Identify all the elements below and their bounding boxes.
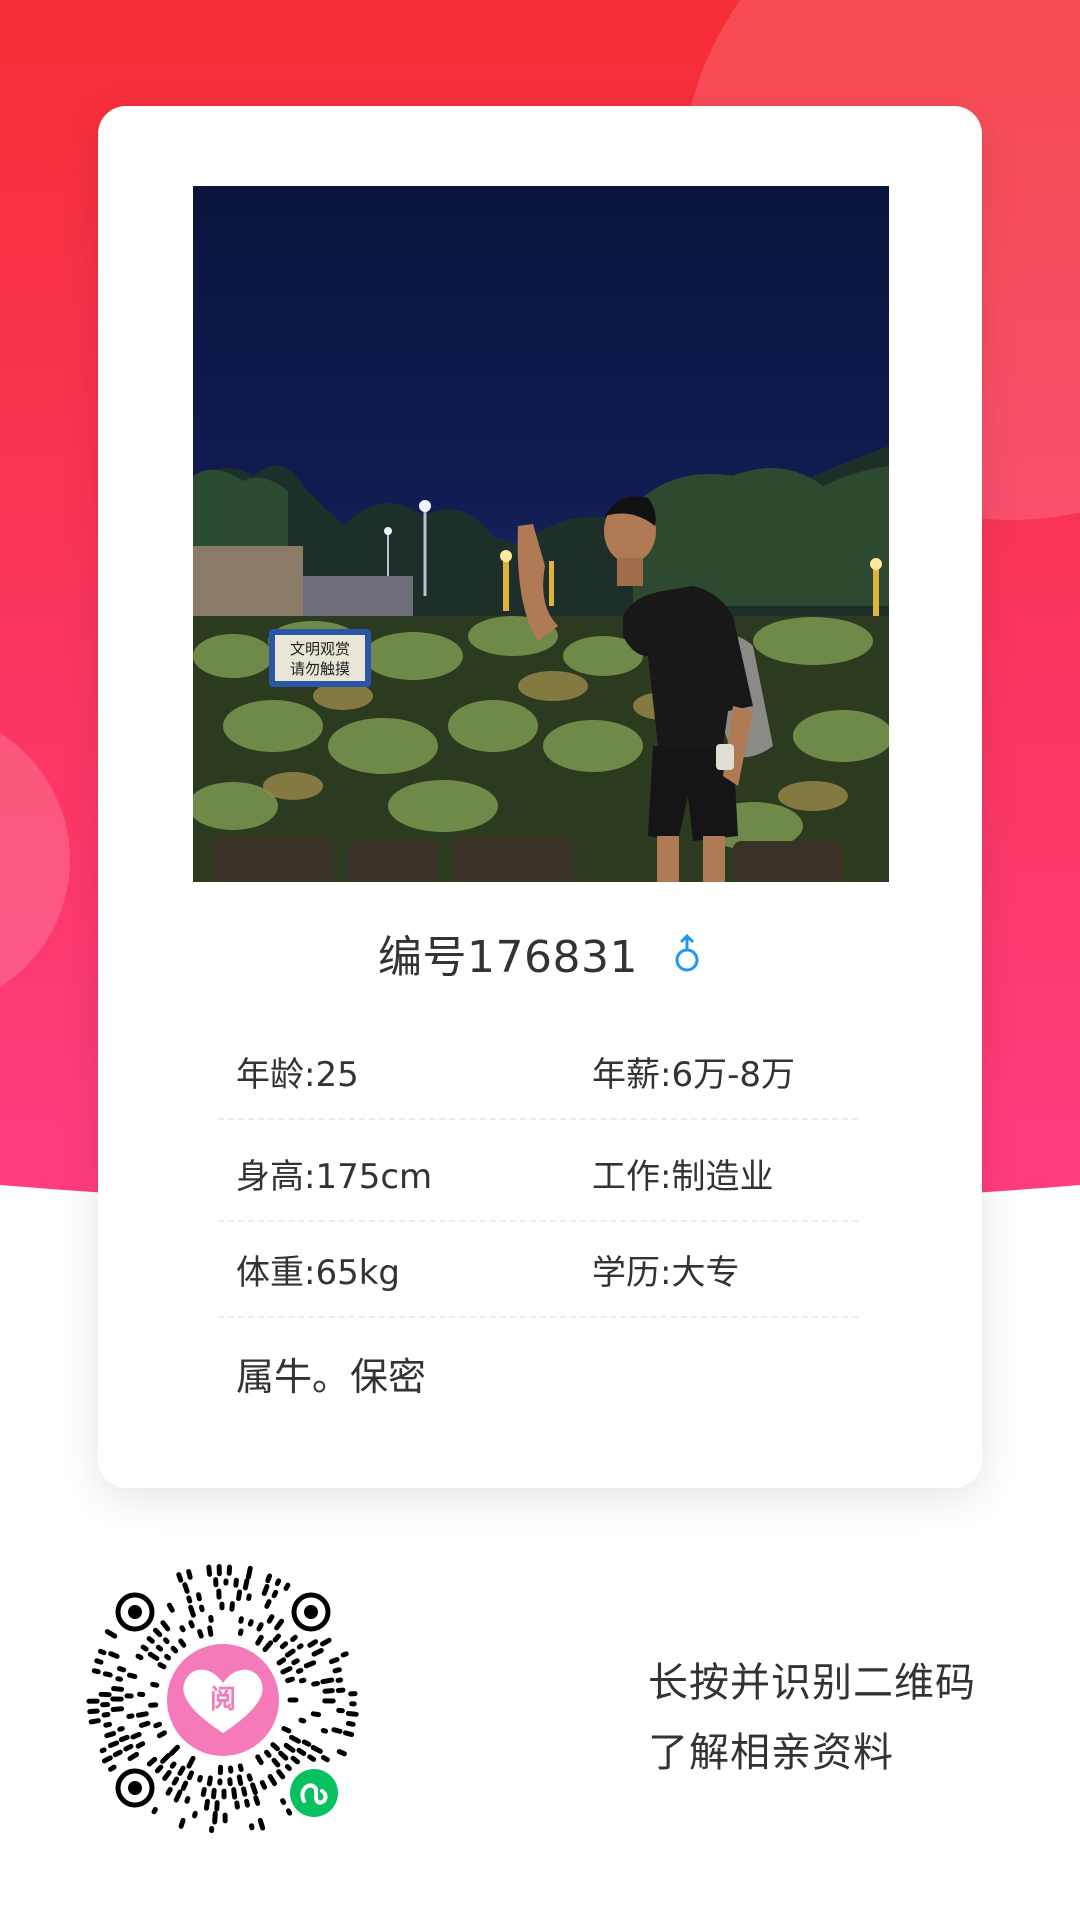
weight-field: 体重:65kg <box>236 1252 400 1293</box>
profile-photo[interactable]: 文明观赏 请勿触摸 <box>193 186 889 882</box>
mini-program-icon <box>286 1765 342 1821</box>
info-row: 体重:65kg 学历:大专 <box>218 1222 858 1318</box>
male-symbol-icon <box>672 933 702 973</box>
info-row: 身高:175cm 工作:制造业 <box>218 1120 858 1222</box>
qr-instruction-line2: 了解相亲资料 <box>648 1730 894 1776</box>
profile-info-table: 年龄:25 年薪:6万-8万 身高:175cm 工作:制造业 体重:65kg 学… <box>218 1018 858 1318</box>
profile-name-row: 编号176831 <box>98 918 982 988</box>
height-field: 身高:175cm <box>236 1156 433 1197</box>
qr-instruction: 长按并识别二维码 了解相亲资料 <box>648 1648 976 1788</box>
qr-code[interactable]: 阅 <box>78 1555 368 1845</box>
heart-logo-icon: 阅 <box>163 1640 283 1760</box>
qr-instruction-line1: 长按并识别二维码 <box>648 1660 976 1706</box>
salary-field: 年薪:6万-8万 <box>592 1054 795 1095</box>
info-row: 年龄:25 年薪:6万-8万 <box>218 1018 858 1120</box>
profile-id: 编号176831 <box>378 932 638 983</box>
svg-text:阅: 阅 <box>210 1685 236 1715</box>
photo-sign-line2: 请勿触摸 <box>290 660 350 678</box>
profile-bio: 属牛。保密 <box>236 1355 427 1399</box>
job-field: 工作:制造业 <box>592 1156 774 1197</box>
education-field: 学历:大专 <box>592 1252 740 1293</box>
profile-card: 文明观赏 请勿触摸 编号176831 年龄:25 年薪:6万-8万 身高:175… <box>98 106 982 1488</box>
age-field: 年龄:25 <box>236 1054 359 1095</box>
photo-sign-line1: 文明观赏 <box>290 640 350 658</box>
